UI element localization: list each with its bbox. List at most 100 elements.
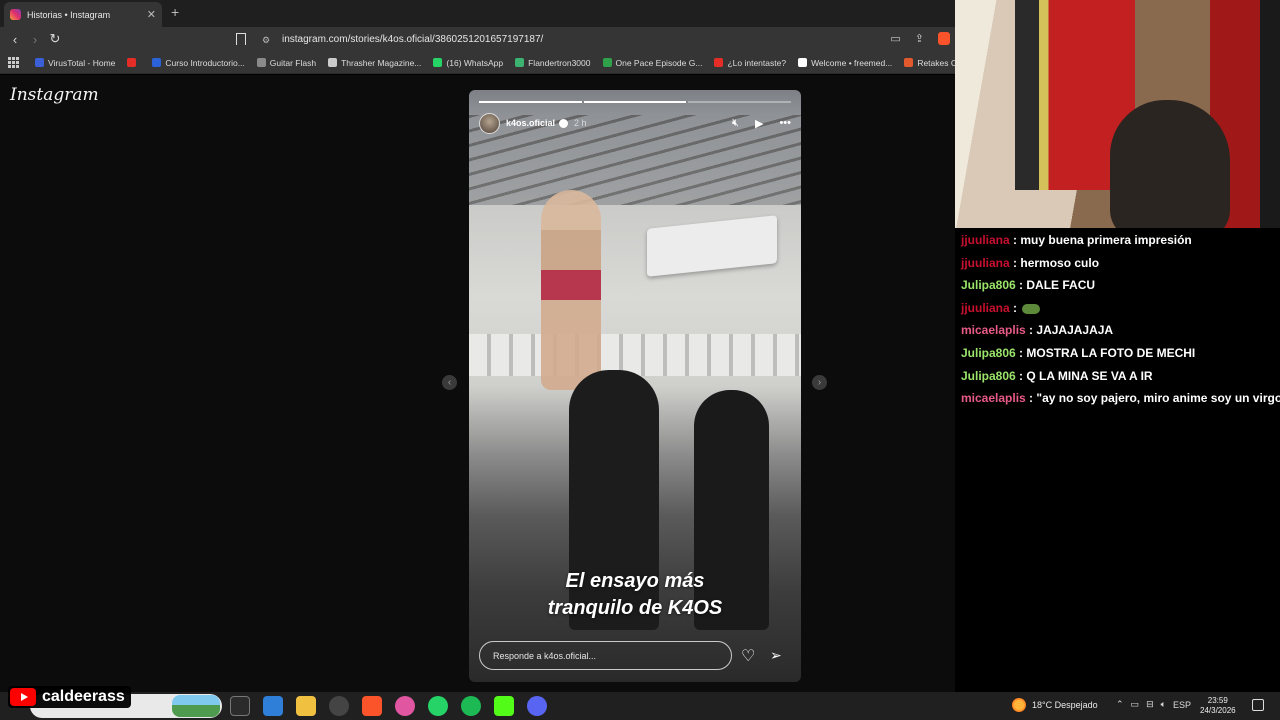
bookmark-favicon-icon: [328, 58, 338, 67]
tab-close-icon[interactable]: ✕: [147, 8, 156, 21]
clock-time: 23:59: [1207, 696, 1228, 705]
story-image-dancer: [541, 190, 601, 390]
app-icon[interactable]: [395, 696, 415, 716]
story-image-ledge: [469, 334, 801, 376]
spotify-icon[interactable]: [461, 696, 481, 716]
notification-icon[interactable]: [1252, 699, 1264, 711]
channel-name: caldeerass: [42, 688, 125, 705]
tab-instagram-stories[interactable]: Historias • Instagram ✕: [4, 2, 162, 27]
bookmark-item[interactable]: Retakes CS: [904, 58, 963, 68]
url-field[interactable]: ⚙ instagram.com/stories/k4os.oficial/386…: [256, 30, 956, 49]
chat-message: micaelaplis : JAJAJAJAJA: [961, 323, 1114, 338]
next-story-icon[interactable]: ›: [812, 375, 827, 390]
previous-story-icon[interactable]: ‹: [442, 375, 457, 390]
task-view-icon[interactable]: [230, 696, 250, 716]
like-icon[interactable]: ♡: [741, 646, 755, 666]
chat-text: "ay no soy pajero, miro anime soy un vir…: [1036, 391, 1280, 406]
weather-widget[interactable]: 18°C Despejado: [1012, 698, 1098, 712]
forward-icon[interactable]: ›: [28, 32, 42, 47]
taskbar-clock[interactable]: 23:59 24/3/2026: [1200, 696, 1236, 716]
caption-line: tranquilo de K4OS: [547, 597, 723, 619]
kick-icon[interactable]: [494, 696, 514, 716]
clock-date: 24/3/2026: [1200, 706, 1236, 715]
obs-icon[interactable]: [329, 696, 349, 716]
webcam-streamer: [1110, 100, 1230, 228]
bookmark-item[interactable]: Thrasher Magazine...: [328, 58, 421, 68]
bookmark-favicon-icon: [602, 58, 612, 67]
chat-username: jjuuliana: [961, 233, 1010, 247]
bookmark-label: Guitar Flash: [269, 57, 317, 68]
bookmark-label: Flandertron3000: [528, 57, 591, 68]
language-indicator[interactable]: ESP: [1173, 700, 1191, 710]
share-icon[interactable]: ⇪: [915, 32, 924, 45]
bookmark-item[interactable]: Welcome • freemed...: [798, 58, 892, 68]
story-time: 2 h: [574, 118, 587, 128]
back-icon[interactable]: ‹: [8, 32, 22, 47]
chat-username: Julipa806: [961, 368, 1016, 383]
bookmark-item[interactable]: VirusTotal - Home: [35, 58, 115, 68]
reload-icon[interactable]: ↻: [48, 31, 62, 46]
bookmark-item[interactable]: Curso Introductorio...: [152, 57, 245, 68]
avatar[interactable]: [479, 112, 500, 134]
brave-icon[interactable]: [362, 696, 382, 716]
progress-segment: [583, 101, 687, 103]
story-viewer[interactable]: k4os.oficial 2 h 🔇︎ ▶ ••• El ensayo más …: [469, 90, 801, 682]
story-caption: El ensayo más tranquilo de K4OS: [469, 568, 801, 622]
mute-icon[interactable]: 🔇︎: [732, 117, 739, 130]
bookmark-icon[interactable]: [236, 33, 246, 45]
new-tab-icon[interactable]: +: [171, 4, 179, 20]
story-image-air-conditioner: [647, 215, 777, 277]
bookmark-item[interactable]: One Pace Episode G...: [602, 58, 702, 68]
chat-message: jjuuliana : hermoso culo: [961, 255, 1100, 270]
bookmark-label: Thrasher Magazine...: [341, 57, 422, 68]
battery-icon[interactable]: ▭: [1131, 699, 1140, 710]
url-text: instagram.com/stories/k4os.oficial/38602…: [282, 34, 544, 45]
story-header: k4os.oficial 2 h 🔇︎ ▶ •••: [479, 112, 791, 134]
more-options-icon[interactable]: •••: [779, 117, 791, 129]
bookmark-item[interactable]: (16) WhatsApp: [433, 58, 503, 68]
bookmark-favicon-icon: [515, 58, 525, 67]
whatsapp-icon[interactable]: [428, 696, 448, 716]
search-highlight-image: [172, 695, 220, 717]
cast-icon[interactable]: ▭: [890, 32, 900, 45]
bookmark-label: (16) WhatsApp: [446, 57, 504, 68]
progress-segment: [688, 101, 792, 103]
instagram-logo[interactable]: Instagram: [10, 85, 99, 105]
bookmark-label: VirusTotal - Home: [48, 57, 116, 68]
bookmark-favicon-icon: [152, 58, 162, 67]
store-icon[interactable]: [263, 696, 283, 716]
site-info-icon[interactable]: ⚙: [262, 35, 272, 45]
send-icon[interactable]: ➢: [770, 647, 782, 664]
bookmark-item[interactable]: Flandertron3000: [515, 57, 591, 68]
chat-message: jjuuliana :: [961, 300, 1041, 315]
volume-icon[interactable]: 🔈︎: [1161, 699, 1166, 710]
instagram-favicon-icon: [10, 9, 21, 20]
bookmark-label: Welcome • freemed...: [811, 57, 893, 68]
play-icon[interactable]: ▶: [755, 117, 763, 130]
bookmark-item[interactable]: [127, 58, 140, 67]
network-icon[interactable]: ⊟: [1146, 699, 1154, 710]
bookmark-favicon-icon: [433, 58, 443, 67]
weather-sun-icon: [1012, 698, 1026, 712]
address-actions: ▭ ⇪: [890, 32, 950, 45]
chat-message: Julipa806 : Q LA MINA SE VA A IR: [961, 368, 1153, 383]
bookmark-item[interactable]: Guitar Flash: [256, 57, 317, 68]
chat-text: hermoso culo: [1020, 255, 1100, 270]
discord-icon[interactable]: [527, 696, 547, 716]
bookmark-favicon-icon: [127, 58, 137, 67]
chat-text: MOSTRA LA FOTO DE MECHI: [1026, 346, 1196, 360]
chevron-up-icon[interactable]: ⌃: [1116, 699, 1124, 710]
chat-text: JAJAJAJAJA: [1036, 323, 1114, 338]
bookmark-label: Curso Introductorio...: [165, 57, 245, 68]
story-progress-bar: [479, 101, 792, 103]
apps-grid-icon[interactable]: [8, 57, 19, 68]
bookmark-favicon-icon: [256, 58, 266, 67]
brave-shields-icon[interactable]: [938, 32, 950, 45]
bookmark-item[interactable]: ¿Lo intentaste?: [714, 58, 786, 68]
chat-username: jjuuliana: [961, 300, 1010, 315]
chat-username: Julipa806: [961, 346, 1016, 360]
chat-username: jjuuliana: [961, 255, 1010, 270]
story-reply-input[interactable]: Responde a k4os.oficial...: [479, 641, 732, 670]
file-explorer-icon[interactable]: [296, 696, 316, 716]
story-username[interactable]: k4os.oficial: [506, 118, 555, 128]
